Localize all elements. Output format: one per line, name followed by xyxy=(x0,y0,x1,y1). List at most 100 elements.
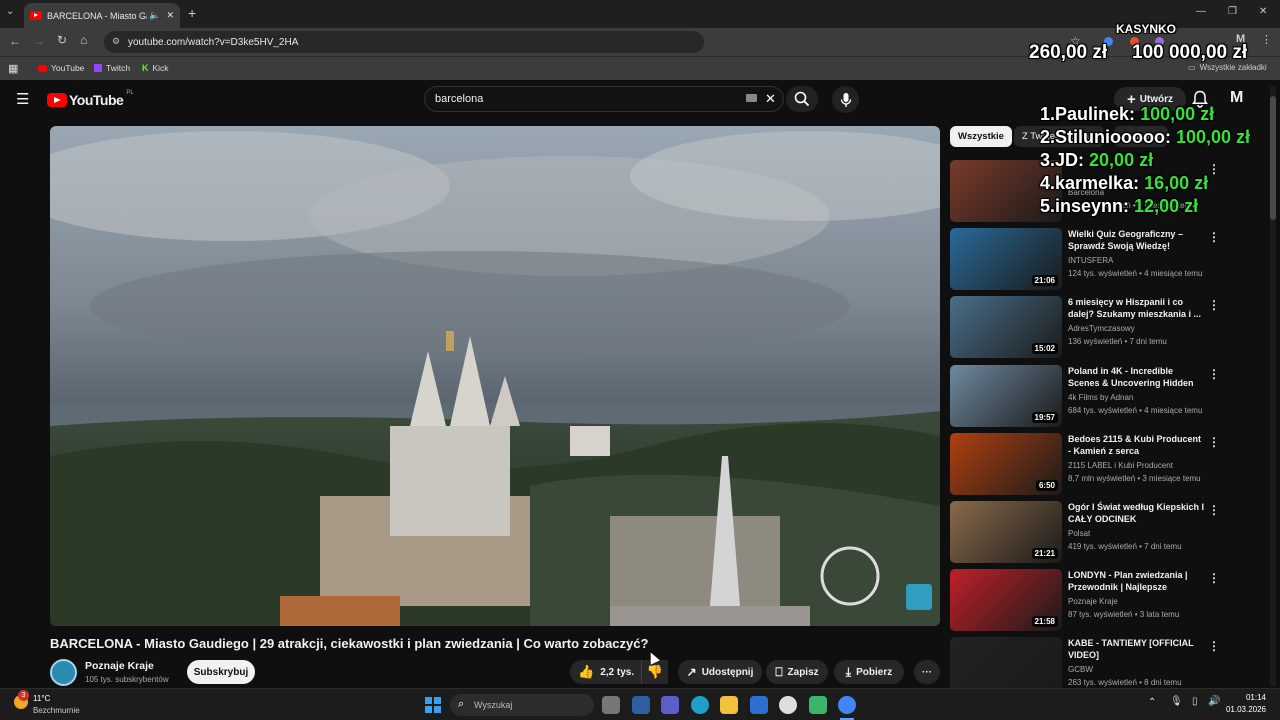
more-options-icon[interactable]: ⋮ xyxy=(1208,435,1220,449)
subscriber-count: 105 tys. subskrybentów xyxy=(85,675,169,684)
teams-icon[interactable] xyxy=(661,696,679,714)
video-duration: 21:58 xyxy=(1031,616,1058,627)
save-button[interactable]: ⎕ Zapisz xyxy=(766,660,828,684)
account-avatar[interactable]: M xyxy=(1230,89,1243,107)
more-actions-button[interactable]: ··· xyxy=(914,660,940,684)
weather-badge: 3 xyxy=(18,690,29,701)
github-icon[interactable] xyxy=(779,696,797,714)
recommendation-channel[interactable]: INTUSFERA xyxy=(1068,256,1113,265)
search-input[interactable]: barcelona ✕ xyxy=(424,86,784,112)
youtube-logo[interactable]: YouTube PL xyxy=(47,90,134,108)
recommendation-meta: 684 tys. wyświetleń • 4 miesiące temu xyxy=(1068,406,1203,415)
recommendation-item[interactable]: 6:50 Bedoes 2115 & Kubi Producent - Kamie… xyxy=(950,433,1240,497)
voice-search-button[interactable] xyxy=(832,86,859,113)
keyboard-icon[interactable] xyxy=(746,94,757,102)
app-icon[interactable] xyxy=(809,696,827,714)
balance-display: 260,00 zł xyxy=(1029,42,1108,63)
store-icon[interactable] xyxy=(750,696,768,714)
dislike-button[interactable]: 👎 xyxy=(641,660,668,684)
tab-title: BARCELONA - Miasto Gaudiego xyxy=(47,10,147,21)
minimize-icon[interactable]: — xyxy=(1196,6,1206,17)
more-options-icon[interactable]: ⋮ xyxy=(1208,230,1220,244)
more-options-icon[interactable]: ⋮ xyxy=(1208,571,1220,585)
more-options-icon[interactable]: ⋮ xyxy=(1208,503,1220,517)
scrollbar-thumb[interactable] xyxy=(1270,96,1276,220)
youtube-icon xyxy=(38,64,47,72)
site-info-icon[interactable]: ⚙ xyxy=(112,36,120,47)
recommendation-channel[interactable]: AdresTymczasowy xyxy=(1068,324,1135,333)
recommendation-channel[interactable]: Polsat xyxy=(1068,529,1090,538)
windows-start-icon[interactable] xyxy=(425,697,441,713)
home-icon[interactable]: ⌂ xyxy=(80,33,87,47)
window-close-icon[interactable]: ✕ xyxy=(1259,6,1267,17)
leaderboard-amount: 16,00 zł xyxy=(1144,173,1209,193)
app-icon[interactable] xyxy=(632,696,650,714)
video-duration: 6:50 xyxy=(1035,480,1058,491)
address-bar[interactable]: ⚙ youtube.com/watch?v=D3ke5HV_2HA xyxy=(104,31,704,53)
recommendation-title[interactable]: Poland in 4K - Incredible Scenes & Uncov… xyxy=(1068,365,1206,389)
file-explorer-icon[interactable] xyxy=(720,696,738,714)
clock-time[interactable]: 01:14 xyxy=(1224,693,1266,702)
more-options-icon[interactable]: ⋮ xyxy=(1208,367,1220,381)
recommendation-channel[interactable]: GCBW xyxy=(1068,665,1093,674)
video-thumbnail[interactable]: 21:58 xyxy=(950,569,1062,631)
scrollbar[interactable] xyxy=(1270,86,1276,686)
bookmark-kick[interactable]: K Kick xyxy=(142,63,169,73)
clear-search-icon[interactable]: ✕ xyxy=(765,91,776,107)
channel-avatar[interactable] xyxy=(50,659,77,686)
recommendation-title[interactable]: Ogór I Świat według Kiepskich I CAŁY ODC… xyxy=(1068,501,1206,525)
more-options-icon[interactable]: ⋮ xyxy=(1208,639,1220,653)
tab-close-icon[interactable]: ✕ xyxy=(166,10,174,21)
folder-icon: ▭ xyxy=(1188,63,1196,72)
tray-chevron-icon[interactable]: ⌃ xyxy=(1148,697,1156,708)
video-player[interactable] xyxy=(50,126,940,626)
search-button[interactable] xyxy=(786,86,818,112)
bookmark-twitch[interactable]: Twitch xyxy=(94,63,130,73)
new-tab-icon[interactable]: + xyxy=(188,5,196,21)
recommendation-item[interactable]: 15:02 6 miesięcy w Hiszpanii i co dalej? … xyxy=(950,296,1240,360)
microphone-tray-icon[interactable]: 🎙 xyxy=(1170,696,1183,707)
edge-icon[interactable] xyxy=(691,696,709,714)
network-icon[interactable]: ▯ xyxy=(1192,696,1198,707)
download-button[interactable]: ⤓ Pobierz xyxy=(834,660,904,684)
video-thumbnail[interactable]: 15:02 xyxy=(950,296,1062,358)
task-view-icon[interactable] xyxy=(602,696,620,714)
all-bookmarks[interactable]: ▭ Wszystkie zakładki xyxy=(1188,63,1267,72)
recommendation-title[interactable]: KABE - TANTIEMY [OFFICIAL VIDEO] xyxy=(1068,637,1206,661)
share-button[interactable]: ↗ Udostępnij xyxy=(678,660,762,684)
forward-icon[interactable]: → xyxy=(33,34,45,48)
bookmark-youtube[interactable]: YouTube xyxy=(38,63,84,73)
recommendation-item[interactable]: 19:57 Poland in 4K - Incredible Scenes & … xyxy=(950,365,1240,429)
video-thumbnail[interactable]: 6:50 xyxy=(950,433,1062,495)
browser-menu-icon[interactable]: ⋮ xyxy=(1261,33,1272,46)
reload-icon[interactable]: ↻ xyxy=(57,33,67,47)
more-options-icon[interactable]: ⋮ xyxy=(1208,162,1220,176)
tab-search-icon[interactable]: ⌄ xyxy=(6,6,14,17)
recommendation-item[interactable]: 21:06 Wielki Quiz Geograficzny – Sprawdź … xyxy=(950,228,1240,292)
recommendation-title[interactable]: Bedoes 2115 & Kubi Producent - Kamień z … xyxy=(1068,433,1206,457)
recommendation-channel[interactable]: 4k Films by Adnan xyxy=(1068,393,1133,402)
video-thumbnail[interactable]: 19:57 xyxy=(950,365,1062,427)
video-thumbnail[interactable]: 21:21 xyxy=(950,501,1062,563)
video-thumbnail[interactable]: 21:06 xyxy=(950,228,1062,290)
speaker-icon[interactable]: 🔈 xyxy=(149,10,160,21)
channel-name[interactable]: Poznaje Kraje xyxy=(85,660,154,672)
taskbar-search-input[interactable]: ⌕ Wyszukaj xyxy=(450,694,594,716)
chip-all[interactable]: Wszystkie xyxy=(950,126,1012,147)
browser-tab[interactable]: BARCELONA - Miasto Gaudiego 🔈 ✕ xyxy=(24,3,180,28)
clock-date[interactable]: 01.03.2026 xyxy=(1214,705,1266,714)
hamburger-menu-icon[interactable]: ☰ xyxy=(16,92,29,107)
recommendation-title[interactable]: 6 miesięcy w Hiszpanii i co dalej? Szuka… xyxy=(1068,296,1206,320)
maximize-icon[interactable]: ❐ xyxy=(1228,6,1237,17)
subscribe-button[interactable]: Subskrybuj xyxy=(187,660,255,684)
recommendation-item[interactable]: 21:58 LONDYN - Plan zwiedzania | Przewodn… xyxy=(950,569,1240,633)
recommendation-item[interactable]: 21:21 Ogór I Świat według Kiepskich I CAŁ… xyxy=(950,501,1240,565)
recommendation-channel[interactable]: Poznaje Kraje xyxy=(1068,597,1118,606)
recommendation-channel[interactable]: 2115 LABEL i Kubi Producent xyxy=(1068,461,1173,470)
chrome-icon[interactable] xyxy=(838,696,856,714)
recommendation-title[interactable]: LONDYN - Plan zwiedzania | Przewodnik | … xyxy=(1068,569,1206,593)
apps-grid-icon[interactable]: ▦ xyxy=(8,62,18,75)
recommendation-title[interactable]: Wielki Quiz Geograficzny – Sprawdź Swoją… xyxy=(1068,228,1206,252)
back-icon[interactable]: ← xyxy=(9,34,21,48)
more-options-icon[interactable]: ⋮ xyxy=(1208,298,1220,312)
